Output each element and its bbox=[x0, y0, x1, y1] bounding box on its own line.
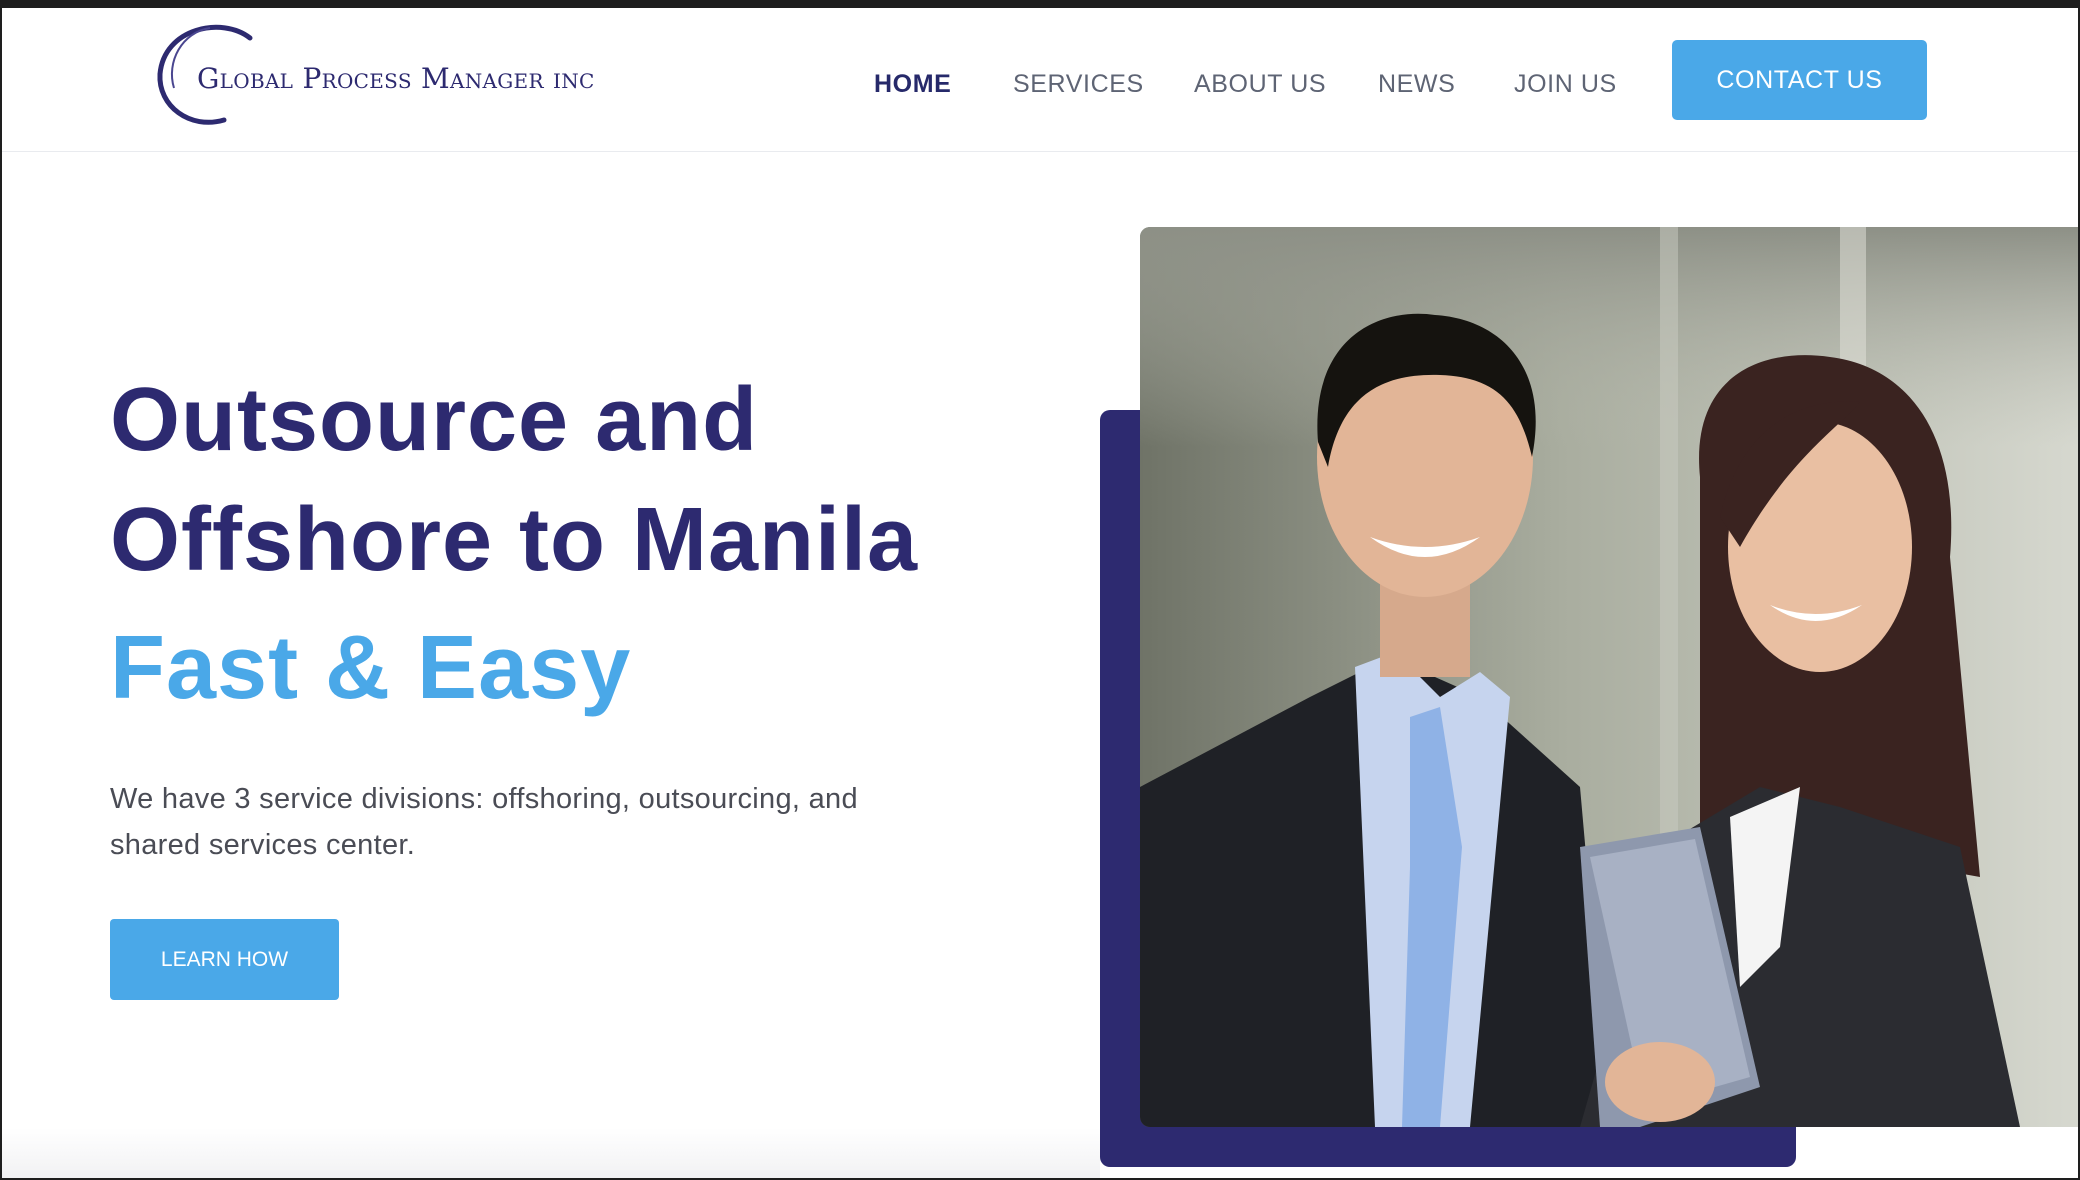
company-logo[interactable]: Global Process Manager inc bbox=[152, 22, 595, 132]
page: Global Process Manager inc HOME SERVICES… bbox=[2, 8, 2078, 1178]
hero-title-line-2: Offshore to Manila bbox=[110, 490, 919, 590]
hero-photo bbox=[1140, 227, 2078, 1127]
contact-us-button[interactable]: CONTACT US bbox=[1672, 40, 1927, 120]
hero-title: Outsource and Offshore to Manila bbox=[110, 360, 918, 600]
nav-services[interactable]: SERVICES bbox=[1013, 70, 1144, 99]
nav-news[interactable]: NEWS bbox=[1378, 70, 1455, 99]
nav-home[interactable]: HOME bbox=[874, 70, 951, 99]
hero-title-line-1: Outsource and bbox=[110, 370, 759, 470]
hero-description: We have 3 service divisions: offshoring,… bbox=[110, 783, 858, 861]
site-header: Global Process Manager inc HOME SERVICES… bbox=[2, 8, 2078, 152]
section-bottom-fade bbox=[2, 1128, 1100, 1178]
hero-subtitle: Fast & Easy bbox=[110, 618, 632, 718]
nav-join-us[interactable]: JOIN US bbox=[1514, 70, 1617, 99]
nav-about-us[interactable]: ABOUT US bbox=[1194, 70, 1326, 99]
logo-text: Global Process Manager inc bbox=[197, 62, 595, 95]
learn-how-button[interactable]: LEARN HOW bbox=[110, 919, 339, 1000]
